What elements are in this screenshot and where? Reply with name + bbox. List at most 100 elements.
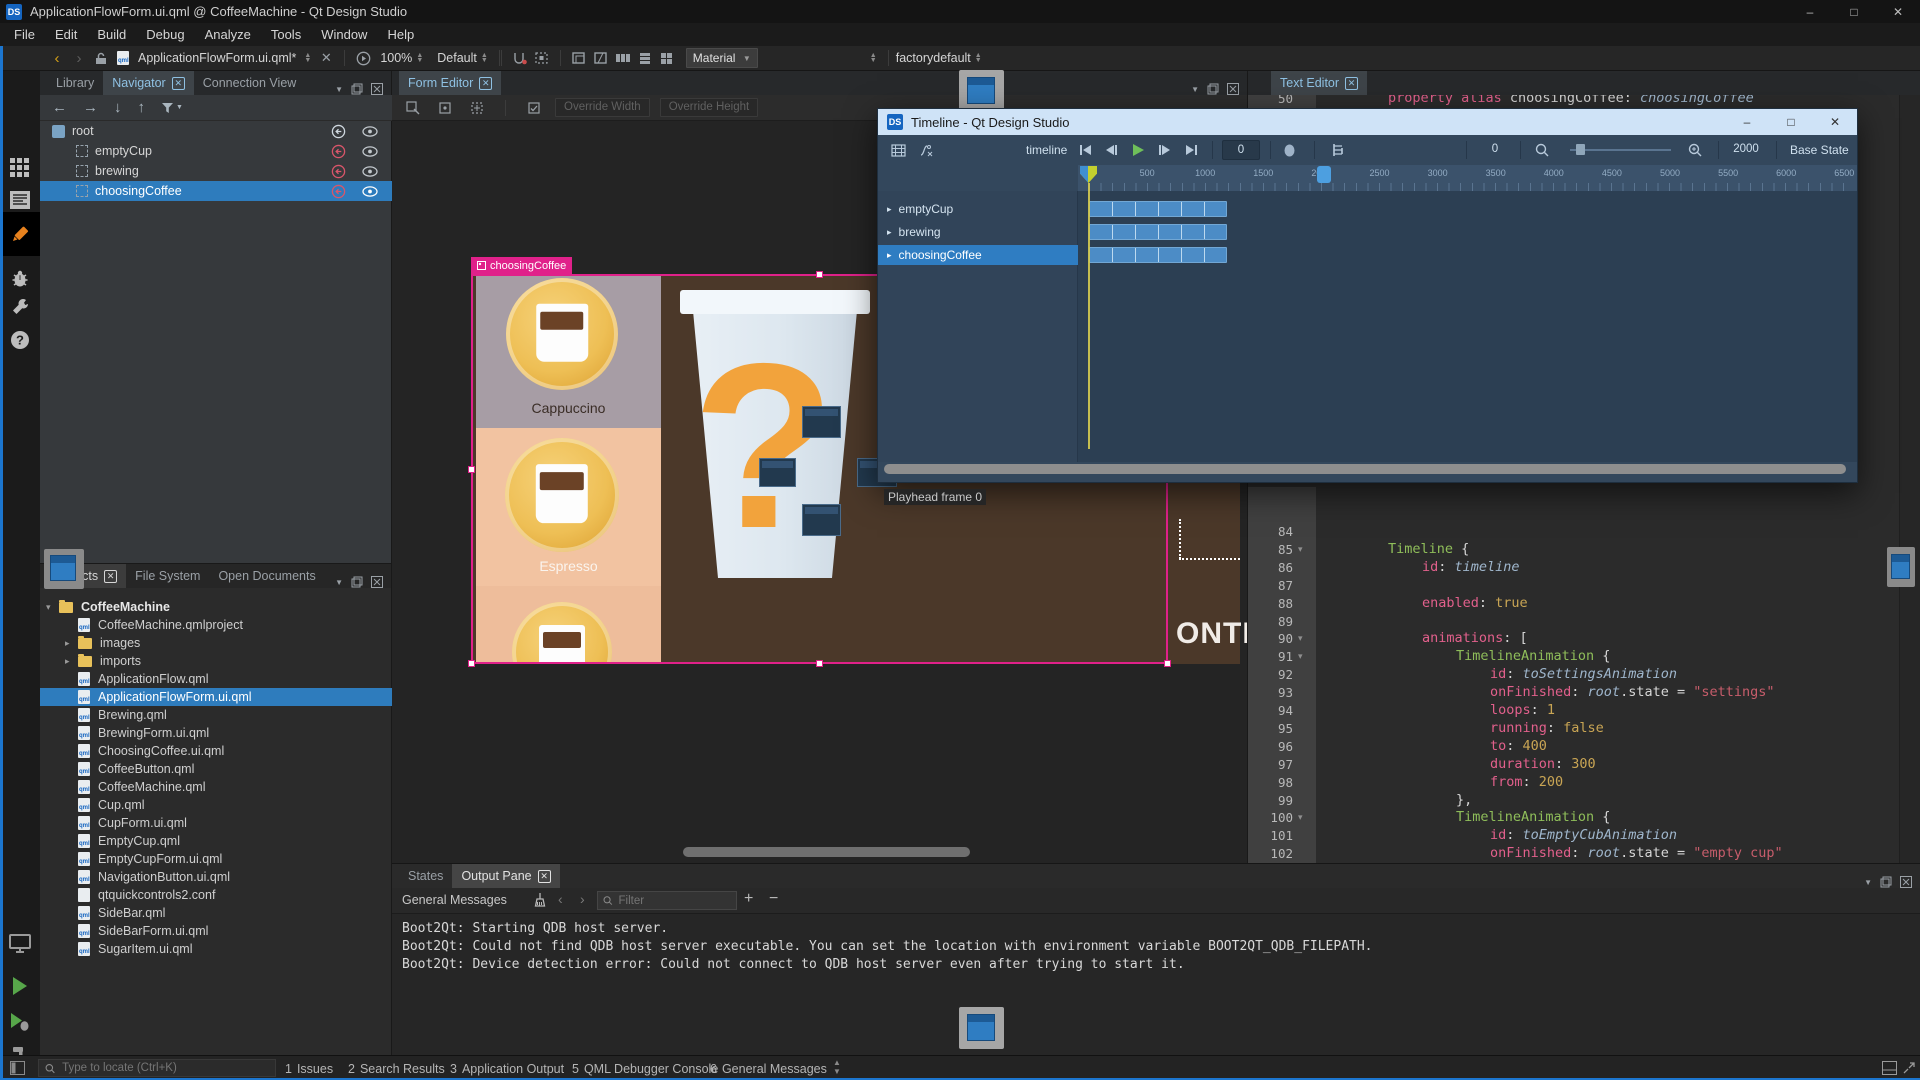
fold-marker-icon[interactable]: ▾	[1298, 648, 1303, 666]
resize-handle-left[interactable]	[468, 466, 475, 473]
pane-button-search-results[interactable]: 2Search Results	[348, 1056, 445, 1080]
file-coffeebutton-qml[interactable]: qmlCoffeeButton.qml	[40, 760, 392, 778]
code-line-85[interactable]: Timeline {	[1388, 541, 1469, 559]
popout-icon[interactable]	[351, 576, 363, 588]
menu-build[interactable]: Build	[87, 23, 136, 46]
resize-handle-bottom[interactable]	[816, 660, 823, 667]
zoom-in-icon[interactable]	[1683, 135, 1707, 165]
output-panes-icon[interactable]	[1882, 1061, 1897, 1075]
code-line-86[interactable]: id: timeline	[1422, 559, 1520, 577]
forward-icon[interactable]: ›	[68, 48, 90, 68]
close-icon[interactable]: ✕	[172, 77, 185, 90]
tab-library[interactable]: Library	[47, 71, 103, 95]
list-icon[interactable]	[634, 48, 656, 68]
style-selector[interactable]: Default	[437, 51, 477, 65]
chevron-down-icon[interactable]: ▼	[335, 85, 343, 94]
close-panel-icon[interactable]	[1900, 876, 1912, 888]
timeline-ruler[interactable]: 5001000150020002500300035004000450050005…	[878, 165, 1857, 191]
navigator-item-brewing[interactable]: brewing	[40, 161, 392, 181]
file-emptycupform-ui-qml[interactable]: qmlEmptyCupForm.ui.qml	[40, 850, 392, 868]
current-frame-field[interactable]: 0	[1222, 140, 1260, 160]
zoom-level[interactable]: 100%	[380, 51, 412, 65]
continue-button-clipped[interactable]: ONTI	[1176, 617, 1247, 651]
snap-toggle-icon[interactable]	[523, 98, 545, 118]
resize-handle-bottomright[interactable]	[1164, 660, 1171, 667]
eye-icon[interactable]	[362, 126, 378, 137]
back-icon[interactable]: ‹	[46, 48, 68, 68]
code-line-95[interactable]: running: false	[1490, 720, 1604, 738]
move-down-icon[interactable]: ↓	[114, 99, 122, 116]
navigator-item-emptyCup[interactable]: emptyCup	[40, 141, 392, 161]
fold-marker-icon[interactable]: ▾	[1298, 809, 1303, 827]
navigator-item-choosingCoffee[interactable]: choosingCoffee	[40, 181, 392, 201]
chevron-down-icon[interactable]: ▼	[335, 578, 343, 587]
code-line-93[interactable]: onFinished: root.state = "settings"	[1490, 684, 1775, 702]
locator-input[interactable]	[60, 1061, 269, 1075]
file-cup-qml[interactable]: qmlCup.qml	[40, 796, 392, 814]
right-frame-field[interactable]: 0	[1478, 140, 1512, 158]
menu-window[interactable]: Window	[311, 23, 377, 46]
file-sidebar-qml[interactable]: qmlSideBar.qml	[40, 904, 392, 922]
close-panel-icon[interactable]	[1227, 83, 1239, 95]
cappuccino-badge[interactable]	[506, 278, 618, 390]
debug-play-icon[interactable]	[0, 1005, 40, 1039]
zoom-slider-thumb[interactable]	[1576, 144, 1585, 155]
style-spinner[interactable]: ▲▼	[481, 53, 488, 63]
code-line-97[interactable]: duration: 300	[1490, 756, 1596, 774]
step-back-icon[interactable]	[1100, 135, 1122, 165]
zoom-slider-track[interactable]	[1570, 149, 1671, 151]
file-images[interactable]: ▸images	[40, 634, 392, 652]
pane-button-issues[interactable]: 1Issues	[285, 1056, 333, 1080]
move-right-icon[interactable]: →	[83, 99, 98, 116]
override-width-field[interactable]: Override Width	[555, 98, 650, 117]
tab-states[interactable]: States	[399, 864, 452, 888]
file-applicationflow-qml[interactable]: qmlApplicationFlow.qml	[40, 670, 392, 688]
refresh-icon[interactable]	[590, 48, 612, 68]
tab-output-pane[interactable]: Output Pane✕	[452, 864, 559, 888]
minimize-button[interactable]: –	[1725, 111, 1769, 134]
close-document-icon[interactable]: ✕	[315, 48, 337, 68]
expander-closed-icon[interactable]: ▸	[887, 250, 892, 261]
resize-handle-top[interactable]	[816, 271, 823, 278]
tab-navigator[interactable]: Navigator✕	[103, 71, 194, 95]
minimize-button[interactable]: –	[1788, 0, 1832, 23]
file-navigationbutton-ui-qml[interactable]: qmlNavigationButton.ui.qml	[40, 868, 392, 886]
sidebar-toggle-icon[interactable]	[10, 1061, 25, 1075]
file-imports[interactable]: ▸imports	[40, 652, 392, 670]
editor-scrollbar[interactable]	[1899, 95, 1920, 863]
lock-icon[interactable]	[90, 48, 112, 68]
code-line-50[interactable]: property alias choosingCoffee: choosingC…	[1388, 95, 1754, 108]
move-up-icon[interactable]: ↑	[138, 99, 146, 116]
code-line-94[interactable]: loops: 1	[1490, 702, 1555, 720]
welcome-grid-icon[interactable]	[0, 151, 40, 185]
close-button[interactable]: ✕	[1876, 0, 1920, 23]
next-item-icon[interactable]: ›	[580, 891, 585, 907]
chevron-down-icon[interactable]: ▼	[1864, 878, 1872, 887]
grid-icon[interactable]	[656, 48, 678, 68]
pane-nav-chevrons[interactable]: ▲▼	[833, 1058, 841, 1076]
play-icon[interactable]	[1126, 135, 1150, 165]
resize-handle-bottomleft[interactable]	[468, 660, 475, 667]
code-line-100[interactable]: TimelineAnimation {	[1456, 809, 1610, 827]
maximize-button[interactable]: □	[1832, 0, 1876, 23]
end-frame-field[interactable]: 2000	[1726, 140, 1766, 158]
code-line-91[interactable]: TimelineAnimation {	[1456, 648, 1610, 666]
menu-file[interactable]: File	[4, 23, 45, 46]
pane-button-application-output[interactable]: 3Application Output	[450, 1056, 564, 1080]
curve-picker-icon[interactable]	[914, 135, 938, 165]
expander-closed-icon[interactable]: ▸	[65, 656, 78, 667]
timeline-settings-icon[interactable]	[886, 135, 910, 165]
close-button[interactable]: ✕	[1813, 111, 1857, 134]
empty-combo-spinner[interactable]: ▲▼	[870, 53, 877, 63]
menu-debug[interactable]: Debug	[136, 23, 194, 46]
zoom-out-icon[interactable]: −	[769, 890, 778, 908]
tab-open-documents[interactable]: Open Documents	[209, 564, 324, 588]
file-choosingcoffee-ui-qml[interactable]: qmlChoosingCoffee.ui.qml	[40, 742, 392, 760]
select-tool-icon[interactable]	[402, 98, 424, 118]
track-choosingCoffee[interactable]: ▸choosingCoffee	[878, 245, 1078, 265]
override-height-field[interactable]: Override Height	[660, 98, 759, 117]
prev-item-icon[interactable]: ‹	[558, 891, 563, 907]
keyframe-bar-brewing[interactable]	[1089, 224, 1227, 240]
pane-button-general-messages[interactable]: 6General Messages	[710, 1056, 827, 1080]
end-frame-marker[interactable]	[1317, 166, 1331, 183]
